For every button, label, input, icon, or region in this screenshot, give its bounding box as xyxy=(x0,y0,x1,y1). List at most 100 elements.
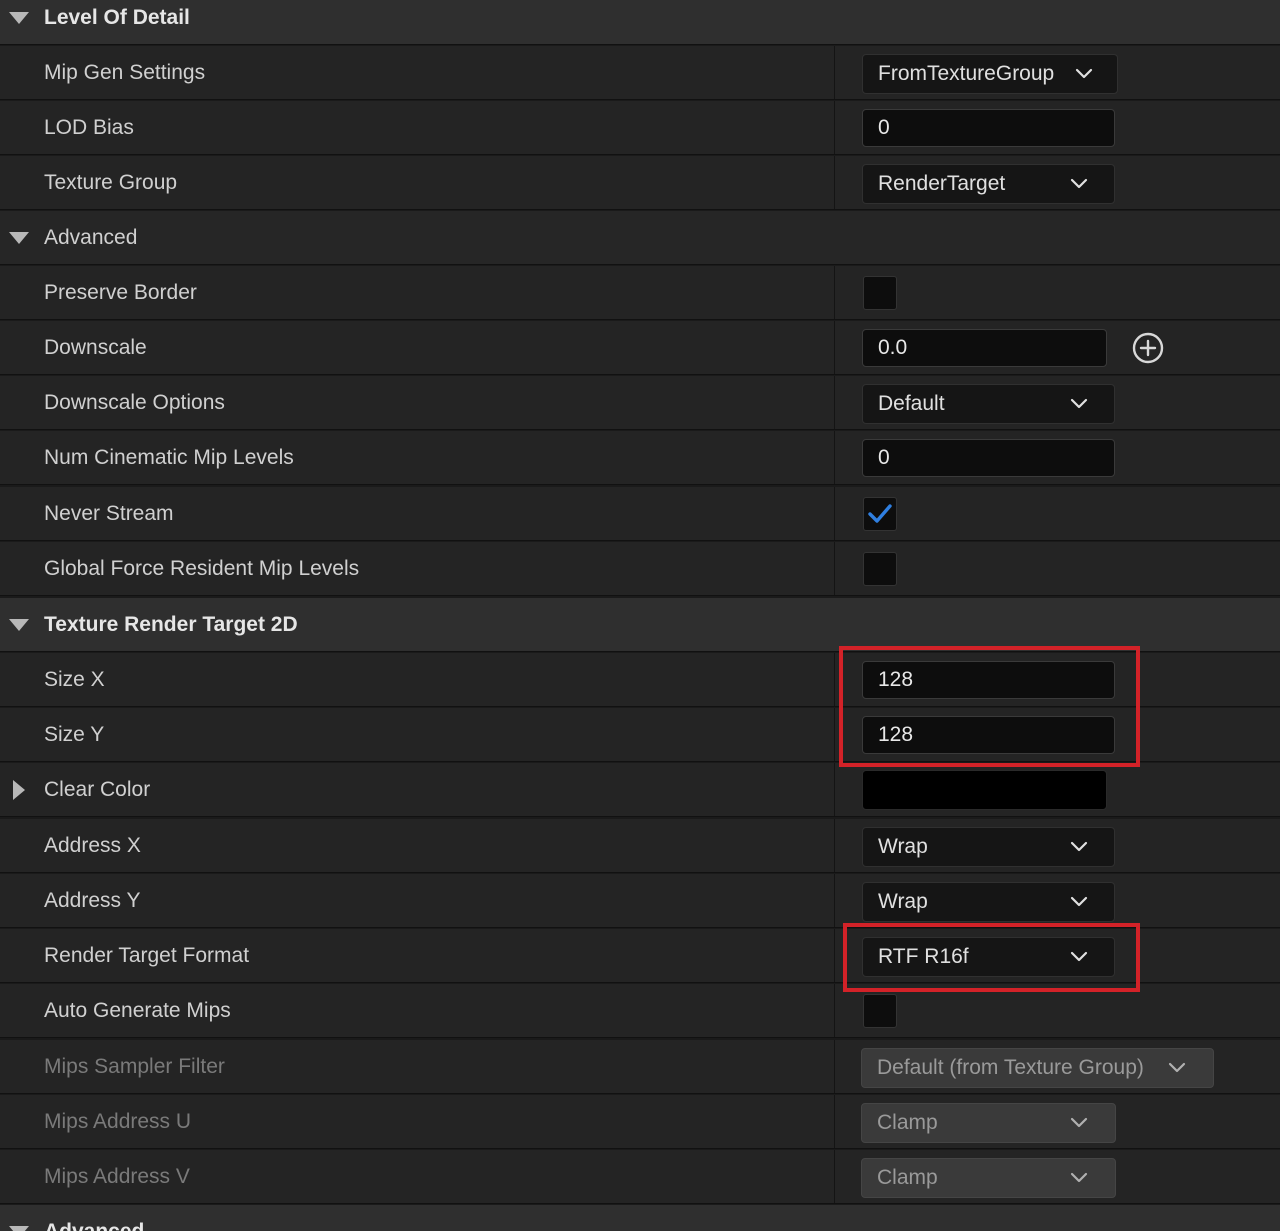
expand-triangle-icon[interactable] xyxy=(9,1226,29,1231)
value-cell: Clamp xyxy=(834,1150,1280,1203)
section-advanced-bottom[interactable]: Advanced xyxy=(0,1205,1280,1231)
row-address-y: Address Y Wrap xyxy=(0,874,1280,928)
property-label: Preserve Border xyxy=(44,281,197,304)
section-advanced[interactable]: Advanced xyxy=(0,211,1280,265)
row-texture-group: Texture Group RenderTarget xyxy=(0,156,1280,210)
texture-group-dropdown[interactable]: RenderTarget xyxy=(862,164,1115,204)
global-force-resident-checkbox[interactable] xyxy=(863,552,897,586)
mips-address-u-dropdown: Clamp xyxy=(861,1103,1116,1143)
dropdown-value: Clamp xyxy=(877,1111,938,1134)
row-mips-address-u: Mips Address U Clamp xyxy=(0,1095,1280,1149)
chevron-down-icon xyxy=(1070,175,1088,193)
property-label: Address X xyxy=(44,834,141,857)
property-label: Global Force Resident Mip Levels xyxy=(44,557,360,580)
section-texture-render-target-2d[interactable]: Texture Render Target 2D xyxy=(0,598,1280,652)
row-mip-gen-settings: Mip Gen Settings FromTextureGroup xyxy=(0,46,1280,100)
dropdown-value: FromTextureGroup xyxy=(878,62,1055,85)
property-label: Auto Generate Mips xyxy=(44,999,231,1022)
chevron-down-icon xyxy=(1075,65,1093,83)
property-label: Clear Color xyxy=(44,778,151,801)
section-title: Advanced xyxy=(44,1205,144,1231)
dropdown-value: Clamp xyxy=(877,1166,938,1189)
value-cell: RenderTarget xyxy=(834,156,1280,209)
row-clear-color: Clear Color xyxy=(0,763,1280,817)
value-cell: 0 xyxy=(834,431,1280,484)
clear-color-swatch[interactable] xyxy=(862,770,1107,810)
render-target-format-dropdown[interactable]: RTF R16f xyxy=(862,937,1115,977)
row-mips-address-v: Mips Address V Clamp xyxy=(0,1150,1280,1204)
row-lod-bias: LOD Bias 0 xyxy=(0,101,1280,155)
dropdown-value: RenderTarget xyxy=(878,172,1006,195)
details-panel: Level Of Detail Mip Gen Settings FromTex… xyxy=(0,0,1280,1231)
row-size-x: Size X 128 xyxy=(0,653,1280,707)
row-mips-sampler-filter: Mips Sampler Filter Default (from Textur… xyxy=(0,1040,1280,1094)
dropdown-value: Wrap xyxy=(878,835,928,858)
value-cell: RTF R16f xyxy=(834,929,1280,982)
lod-bias-input[interactable]: 0 xyxy=(862,109,1115,147)
property-label: Downscale Options xyxy=(44,391,225,414)
row-size-y: Size Y 128 xyxy=(0,708,1280,762)
dropdown-value: Default (from Texture Group) xyxy=(877,1056,1144,1079)
row-address-x: Address X Wrap xyxy=(0,819,1280,873)
chevron-down-icon xyxy=(1070,948,1088,966)
row-global-force-resident-mip-levels: Global Force Resident Mip Levels xyxy=(0,542,1280,596)
section-title: Texture Render Target 2D xyxy=(44,613,298,636)
preserve-border-checkbox[interactable] xyxy=(863,276,897,310)
row-render-target-format: Render Target Format RTF R16f xyxy=(0,929,1280,983)
downscale-options-dropdown[interactable]: Default xyxy=(862,384,1115,424)
dropdown-value: Default xyxy=(878,392,945,415)
row-preserve-border: Preserve Border xyxy=(0,266,1280,320)
property-label: Mips Address U xyxy=(44,1110,192,1133)
value-cell xyxy=(834,266,1280,319)
value-cell: Default (from Texture Group) xyxy=(834,1040,1280,1093)
section-title: Level Of Detail xyxy=(44,6,190,29)
property-label: Texture Group xyxy=(44,171,178,194)
row-downscale: Downscale 0.0 xyxy=(0,321,1280,375)
expand-triangle-icon[interactable] xyxy=(9,619,29,631)
property-label: Mips Sampler Filter xyxy=(44,1055,225,1078)
downscale-input[interactable]: 0.0 xyxy=(862,329,1107,367)
section-level-of-detail[interactable]: Level Of Detail xyxy=(0,0,1280,45)
value-cell xyxy=(834,542,1280,595)
chevron-down-icon xyxy=(1070,1114,1088,1132)
section-title: Advanced xyxy=(44,226,138,249)
value-cell xyxy=(834,487,1280,540)
mip-gen-settings-dropdown[interactable]: FromTextureGroup xyxy=(862,54,1118,94)
row-num-cinematic-mip-levels: Num Cinematic Mip Levels 0 xyxy=(0,431,1280,485)
property-label: Render Target Format xyxy=(44,944,250,967)
property-label: Size X xyxy=(44,668,105,691)
size-y-input[interactable]: 128 xyxy=(862,716,1115,754)
collapse-triangle-icon[interactable] xyxy=(13,780,25,800)
property-label: LOD Bias xyxy=(44,116,134,139)
address-y-dropdown[interactable]: Wrap xyxy=(862,882,1115,922)
property-label: Address Y xyxy=(44,889,141,912)
expand-triangle-icon[interactable] xyxy=(9,12,29,24)
num-cinematic-mip-levels-input[interactable]: 0 xyxy=(862,439,1115,477)
chevron-down-icon xyxy=(1070,838,1088,856)
chevron-down-icon xyxy=(1070,395,1088,413)
value-cell xyxy=(834,763,1280,816)
mips-address-v-dropdown: Clamp xyxy=(861,1158,1116,1198)
value-cell: 0.0 xyxy=(834,321,1280,374)
expand-triangle-icon[interactable] xyxy=(9,232,29,244)
chevron-down-icon xyxy=(1070,893,1088,911)
chevron-down-icon xyxy=(1168,1059,1186,1077)
value-cell: 0 xyxy=(834,101,1280,154)
property-label: Mips Address V xyxy=(44,1165,190,1188)
value-cell: 128 xyxy=(834,653,1280,706)
plus-circle-icon[interactable] xyxy=(1132,332,1164,364)
never-stream-checkbox[interactable] xyxy=(863,497,897,531)
value-cell: FromTextureGroup xyxy=(834,46,1280,99)
property-label: Never Stream xyxy=(44,502,174,525)
chevron-down-icon xyxy=(1070,1169,1088,1187)
address-x-dropdown[interactable]: Wrap xyxy=(862,827,1115,867)
auto-generate-mips-checkbox[interactable] xyxy=(863,994,897,1028)
mips-sampler-filter-dropdown: Default (from Texture Group) xyxy=(861,1048,1214,1088)
value-cell: Default xyxy=(834,376,1280,429)
value-cell: Wrap xyxy=(834,874,1280,927)
size-x-input[interactable]: 128 xyxy=(862,661,1115,699)
property-label: Num Cinematic Mip Levels xyxy=(44,446,294,469)
checkmark-icon xyxy=(868,504,892,523)
property-label: Mip Gen Settings xyxy=(44,61,206,84)
value-cell: Wrap xyxy=(834,819,1280,872)
